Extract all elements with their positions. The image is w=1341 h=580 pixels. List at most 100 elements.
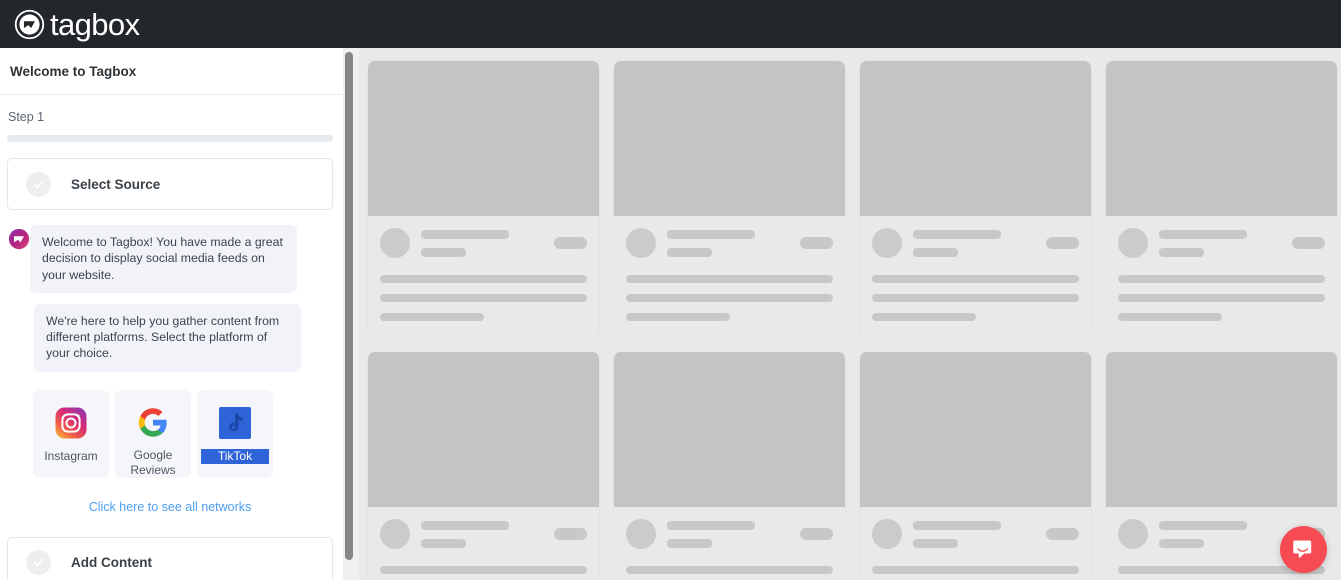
skeleton-card (1106, 61, 1337, 337)
skeleton-line (667, 520, 755, 530)
skeleton-line (380, 275, 587, 283)
skeleton-media (1106, 352, 1337, 507)
skeleton-avatar (380, 228, 410, 258)
step-row[interactable]: Add Content (8, 538, 332, 580)
skeleton-line (421, 538, 466, 548)
platform-tile-instagram[interactable]: Instagram (33, 389, 109, 478)
skeleton-line (872, 566, 1079, 574)
platform-selector: Instagram Google Reviews TikTok (33, 389, 343, 478)
brand-logo[interactable]: tagbox (14, 6, 140, 42)
step-row[interactable]: Select Source (8, 159, 332, 209)
skeleton-media (614, 61, 845, 216)
app-root: tagbox Welcome to Tagbox Step 1 Select S… (0, 0, 1341, 580)
skeleton-card (860, 61, 1091, 337)
sidebar-scrollbar-thumb[interactable] (345, 52, 353, 560)
skeleton-card (368, 61, 599, 337)
see-all-networks-link[interactable]: Click here to see all networks (7, 500, 333, 514)
tiktok-icon (219, 406, 251, 439)
chat-message: We're here to help you gather content fr… (34, 303, 343, 372)
top-bar: tagbox (0, 0, 1341, 48)
skeleton-line (667, 538, 712, 548)
skeleton-line (872, 275, 1079, 283)
skeleton-pill (1046, 237, 1079, 249)
google-icon (138, 408, 167, 437)
skeleton-media (368, 352, 599, 507)
skeleton-media (614, 352, 845, 507)
skeleton-line (1159, 520, 1247, 530)
chat-bubble-text: We're here to help you gather content fr… (34, 303, 301, 372)
skeleton-card (368, 352, 599, 580)
skeleton-pill (554, 237, 587, 249)
skeleton-line (380, 294, 587, 302)
tagbox-logo-icon (14, 9, 45, 39)
skeleton-card (614, 61, 845, 337)
instagram-icon (55, 407, 87, 439)
skeleton-line (421, 229, 509, 239)
skeleton-line (1118, 313, 1222, 321)
skeleton-line (421, 520, 509, 530)
brand-name: tagbox (50, 6, 140, 42)
step-label-select-source: Select Source (71, 176, 161, 192)
check-circle-icon (26, 171, 51, 197)
skeleton-line (667, 247, 712, 257)
skeleton-pill (1046, 528, 1079, 540)
platform-label-google-reviews: Google Reviews (130, 447, 176, 477)
chat-launcher-button[interactable] (1280, 526, 1327, 573)
skeleton-media (368, 61, 599, 216)
skeleton-media (860, 352, 1091, 507)
skeleton-avatar (380, 519, 410, 549)
step-indicator-label: Step 1 (8, 110, 45, 124)
skeleton-line (913, 247, 958, 257)
skeleton-line (380, 313, 484, 321)
skeleton-avatar (872, 228, 902, 258)
skeleton-line (380, 566, 587, 574)
skeleton-line (626, 566, 833, 574)
chat-bubble-text: Welcome to Tagbox! You have made a great… (30, 225, 297, 293)
skeleton-media (1106, 61, 1337, 216)
step-label-add-content: Add Content (71, 555, 152, 571)
skeleton-line (872, 294, 1079, 302)
skeleton-line (1159, 247, 1204, 257)
skeleton-card (614, 352, 845, 580)
skeleton-avatar (872, 519, 902, 549)
skeleton-card (860, 352, 1091, 580)
skeleton-avatar (626, 228, 656, 258)
skeleton-pill (800, 528, 833, 540)
skeleton-media (860, 61, 1091, 216)
skeleton-line (913, 229, 1001, 239)
platform-label-instagram: Instagram (44, 448, 98, 463)
skeleton-line (1118, 294, 1325, 302)
skeleton-pill (1292, 237, 1325, 249)
skeleton-line (872, 313, 976, 321)
skeleton-line (1159, 229, 1247, 239)
skeleton-line (667, 229, 755, 239)
skeleton-avatar (626, 519, 656, 549)
check-circle-icon (26, 550, 51, 576)
skeleton-avatar (1118, 519, 1148, 549)
step-card-select-source[interactable]: Select Source (7, 158, 333, 210)
platform-tile-tiktok[interactable]: TikTok (197, 389, 273, 478)
intercom-chat-icon (1293, 540, 1312, 558)
skeleton-line (1118, 275, 1325, 283)
feed-preview-area (359, 48, 1341, 580)
skeleton-line (913, 520, 1001, 530)
skeleton-line (1159, 538, 1204, 548)
page-title: Welcome to Tagbox (10, 63, 137, 79)
skeleton-line (626, 275, 833, 283)
skeleton-line (626, 294, 833, 302)
tagbox-bot-avatar-icon (8, 228, 30, 250)
chat-message: Welcome to Tagbox! You have made a great… (8, 225, 343, 293)
skeleton-pill (554, 528, 587, 540)
skeleton-pill (800, 237, 833, 249)
sidebar-header: Welcome to Tagbox (0, 48, 343, 95)
skeleton-line (913, 538, 958, 548)
skeleton-avatar (1118, 228, 1148, 258)
skeleton-line (626, 313, 730, 321)
platform-label-tiktok: TikTok (201, 448, 269, 464)
onboarding-sidebar: Welcome to Tagbox Step 1 Select Source W… (0, 48, 343, 580)
skeleton-card-grid (368, 61, 1341, 580)
skeleton-line (421, 247, 466, 257)
step-card-add-content[interactable]: Add Content (7, 536, 333, 580)
platform-tile-google-reviews[interactable]: Google Reviews (115, 389, 191, 478)
step-progress-bar (7, 135, 333, 142)
